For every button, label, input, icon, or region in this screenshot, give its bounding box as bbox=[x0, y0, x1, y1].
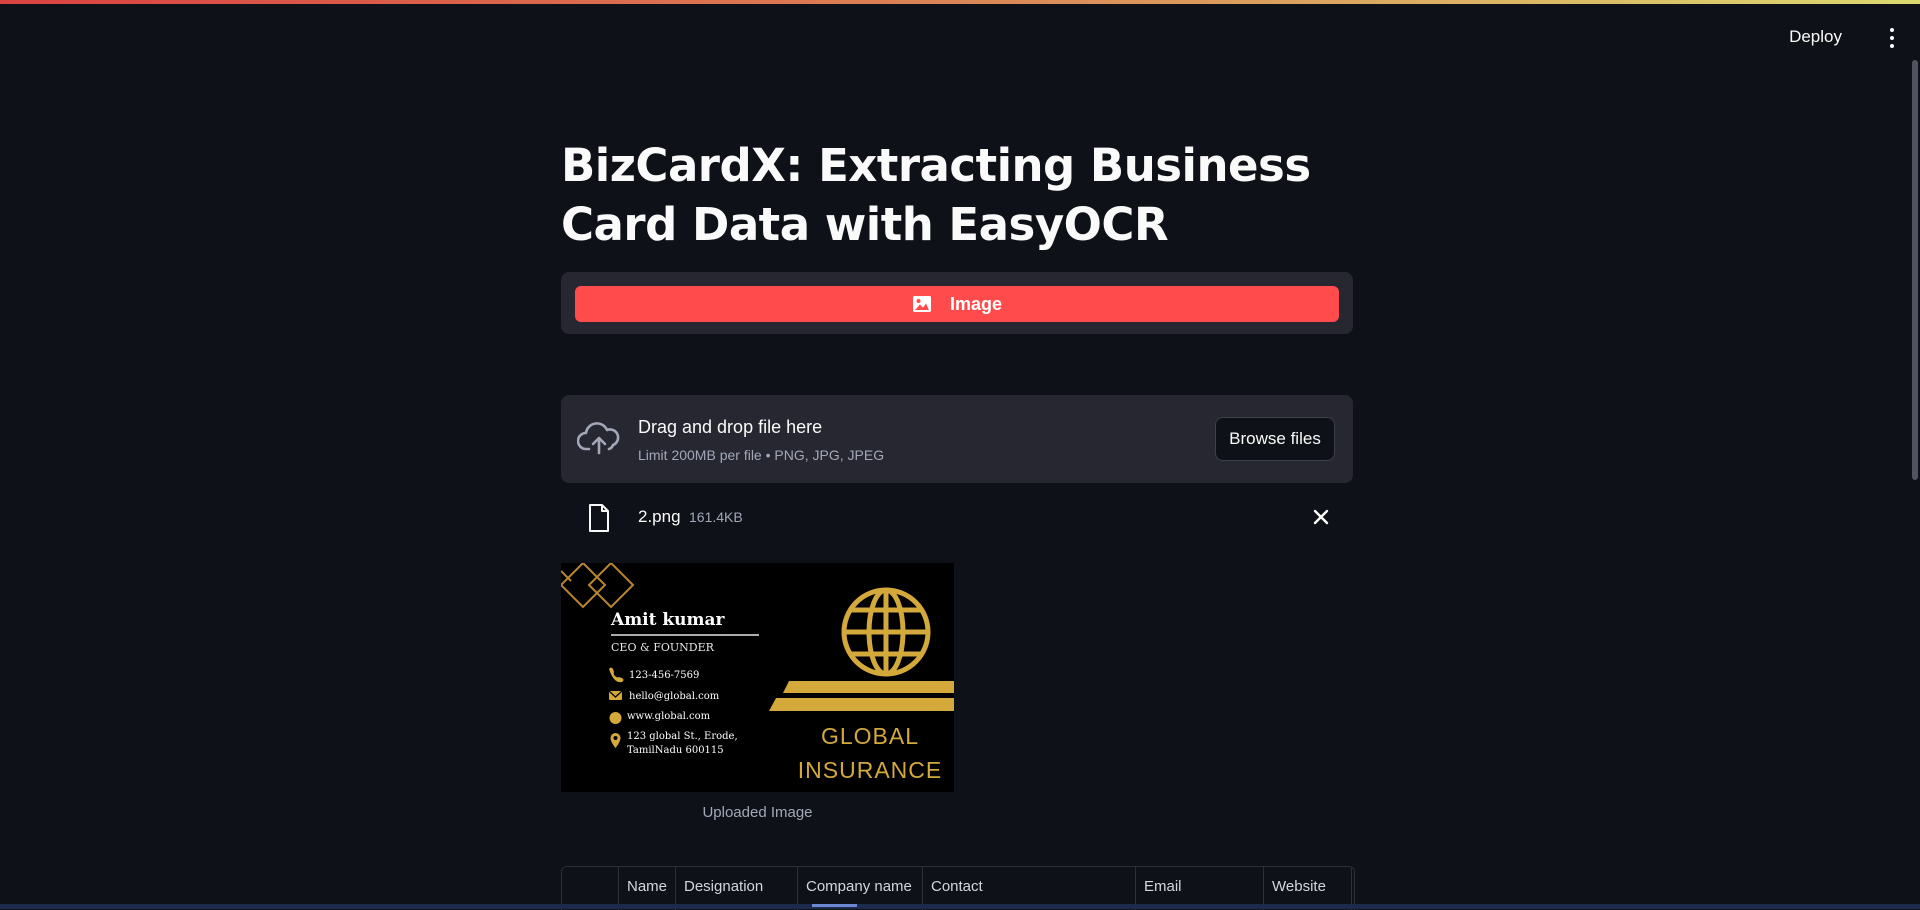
tab-image[interactable]: Image bbox=[575, 286, 1339, 322]
close-icon[interactable] bbox=[1309, 505, 1333, 529]
dropzone-limit-text: Limit 200MB per file • PNG, JPG, JPEG bbox=[638, 447, 885, 463]
card-email: hello@global.com bbox=[629, 691, 720, 702]
image-caption: Uploaded Image bbox=[702, 804, 813, 821]
card-website: www.global.com bbox=[627, 711, 711, 722]
card-phone: 123-456-7569 bbox=[629, 670, 700, 681]
cloud-upload-icon bbox=[577, 422, 620, 455]
card-person-name: Amit kumar bbox=[611, 610, 725, 630]
uploaded-file-row: 2.png 161.4KB bbox=[561, 495, 1353, 539]
uploaded-file-name: 2.png bbox=[638, 507, 681, 526]
card-designation: CEO & FOUNDER bbox=[611, 641, 714, 654]
file-dropzone[interactable]: Drag and drop file here Limit 200MB per … bbox=[561, 395, 1353, 483]
tab-bar: Image bbox=[561, 272, 1353, 334]
card-company-line2: INSURANCE bbox=[797, 757, 943, 783]
os-taskbar-edge bbox=[0, 904, 1920, 909]
tab-image-label: Image bbox=[949, 293, 1003, 314]
card-address-line2: TamilNadu 600115 bbox=[627, 745, 724, 756]
scrollbar-thumb[interactable] bbox=[1912, 60, 1918, 480]
scrollbar[interactable] bbox=[1910, 60, 1920, 480]
uploaded-file-size: 161.4KB bbox=[689, 509, 743, 525]
image-icon bbox=[912, 296, 931, 312]
kebab-menu-icon[interactable] bbox=[1882, 24, 1902, 52]
browse-files-button[interactable]: Browse files bbox=[1215, 417, 1335, 461]
file-icon bbox=[589, 504, 609, 532]
page-title: BizCardX: Extracting Business Card Data … bbox=[561, 139, 1311, 251]
card-company-line1: GLOBAL bbox=[820, 723, 920, 749]
dropzone-title: Drag and drop file here bbox=[638, 417, 823, 437]
card-address-line1: 123 global St., Erode, bbox=[627, 731, 738, 742]
top-decoration-bar bbox=[0, 0, 1920, 7]
uploaded-business-card-image: Amit kumar CEO & FOUNDER 123-456-7569 he… bbox=[561, 563, 954, 792]
deploy-button[interactable]: Deploy bbox=[1781, 23, 1850, 51]
app-header: Deploy bbox=[0, 7, 1920, 57]
